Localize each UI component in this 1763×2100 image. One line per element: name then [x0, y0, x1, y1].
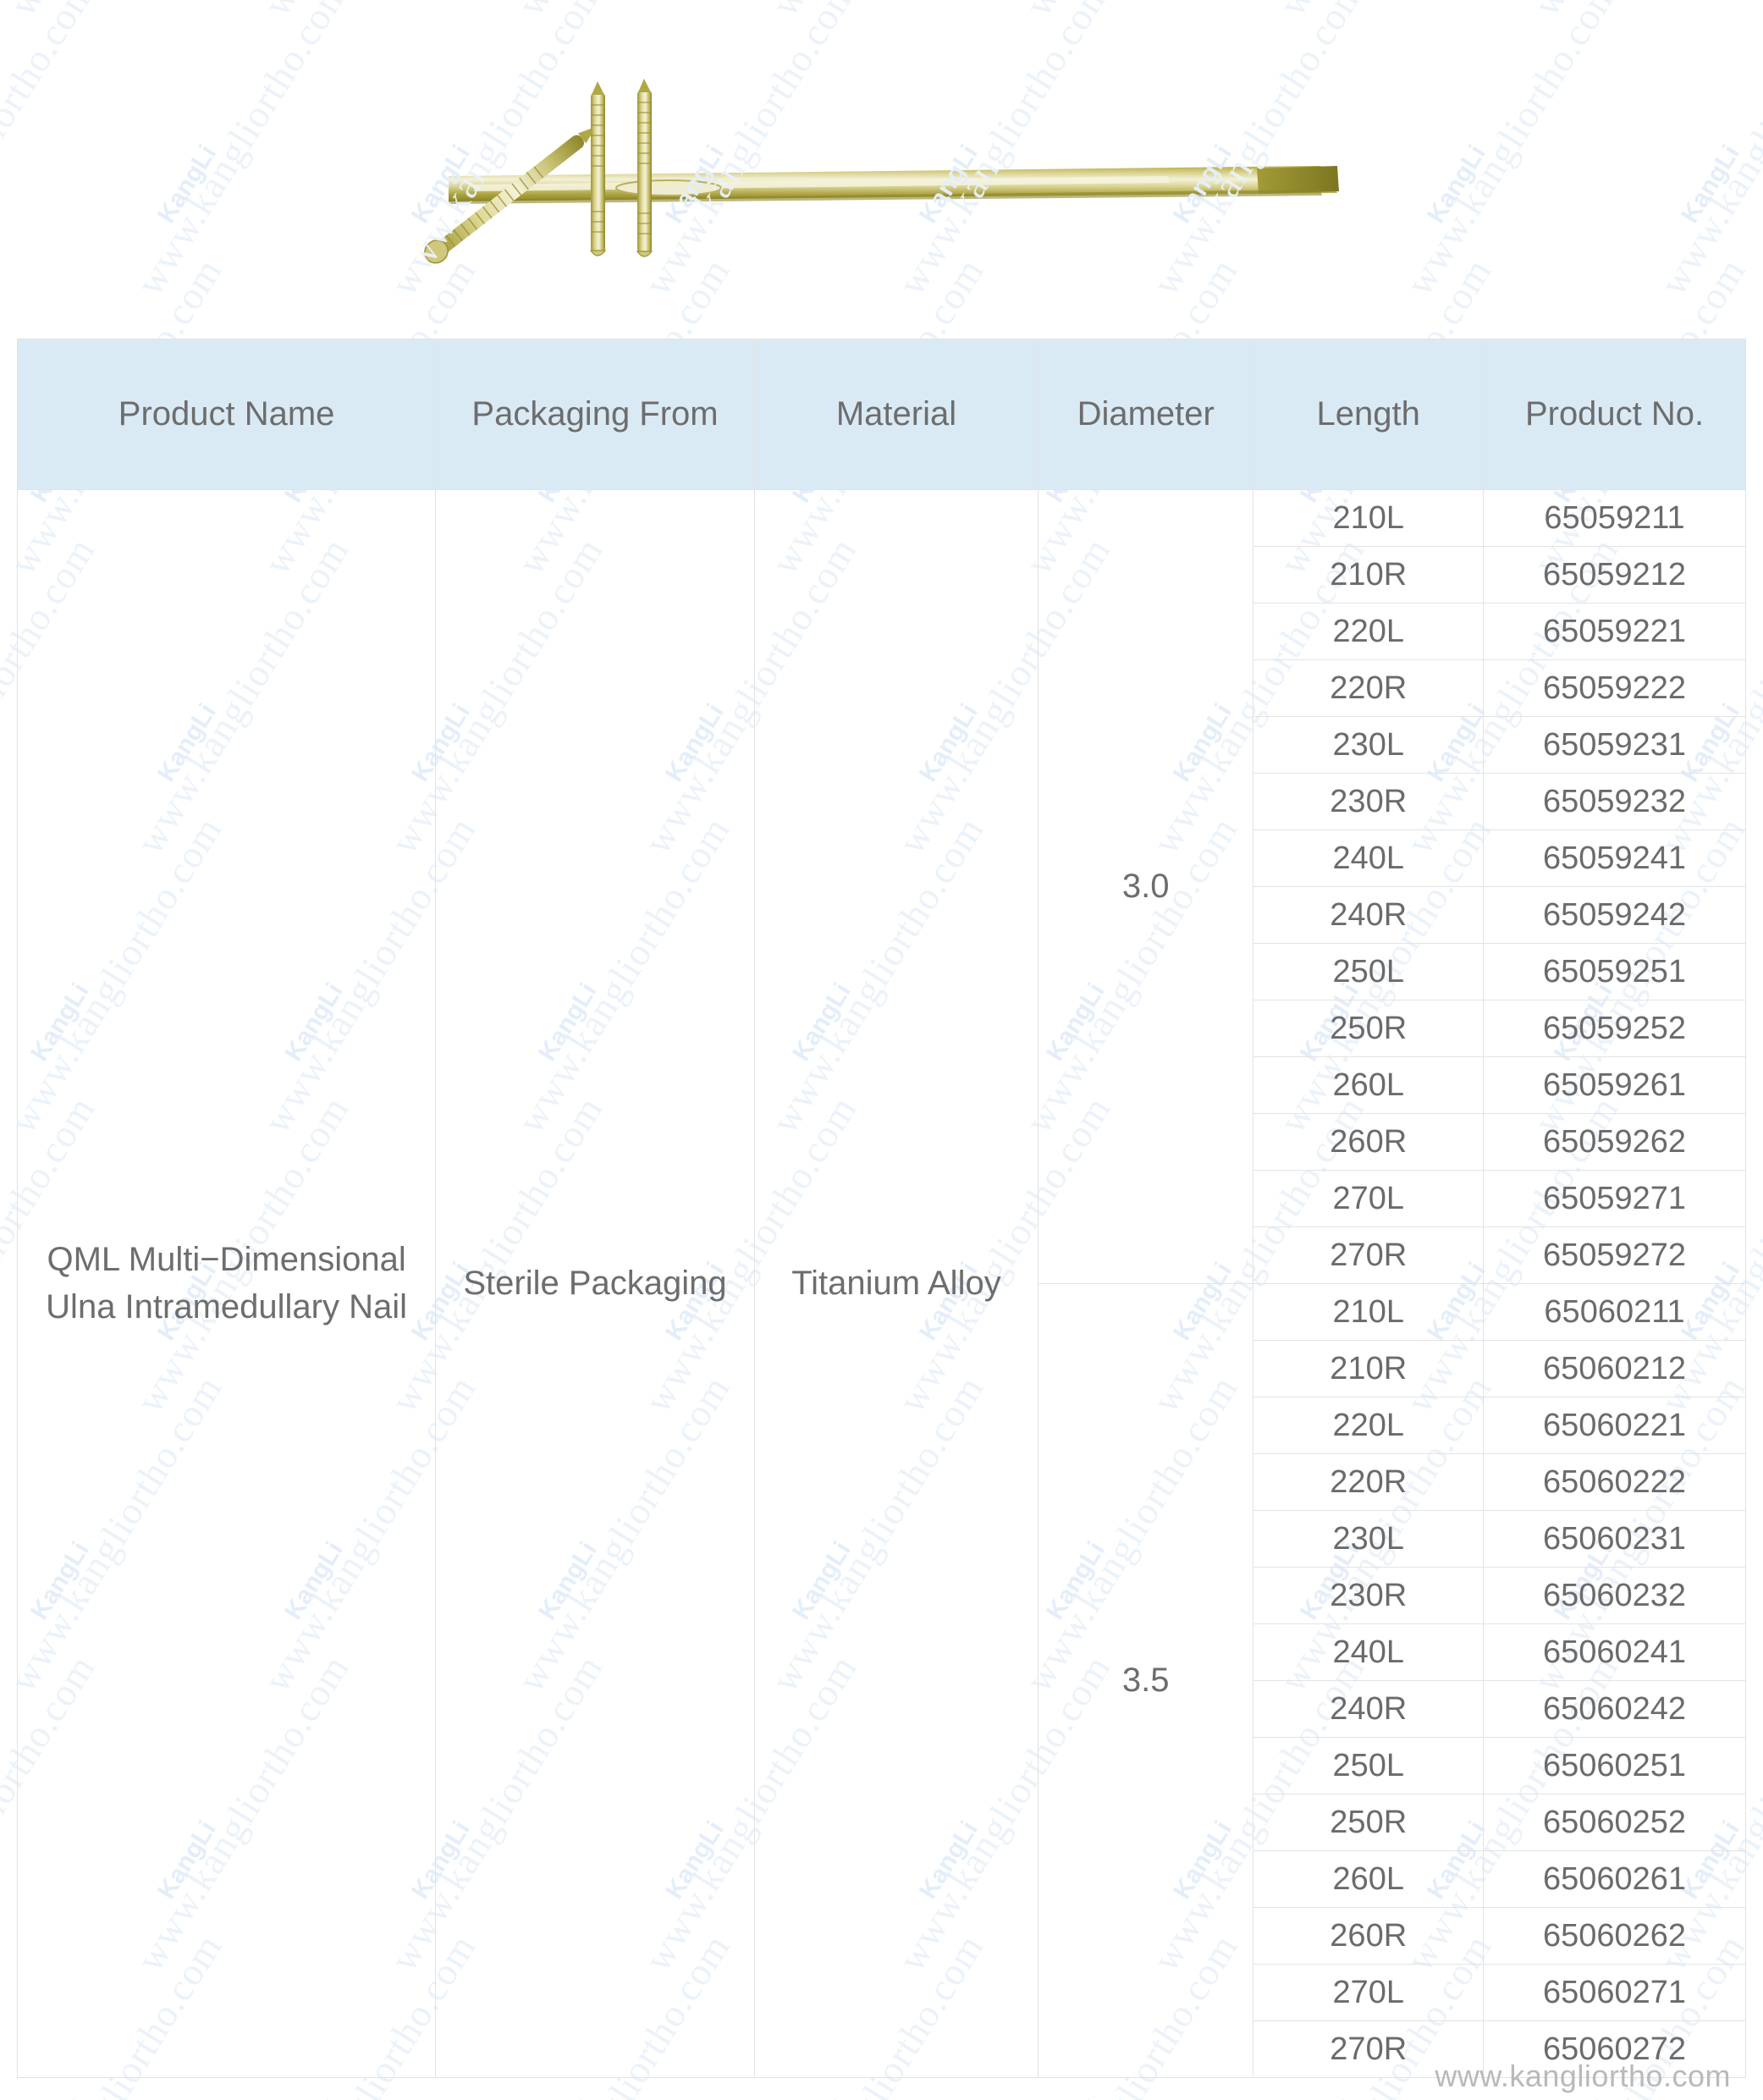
nail-shaft-group — [449, 166, 1339, 204]
cell-length: 240L — [1253, 1623, 1485, 1681]
cell-product-no: 65060251 — [1483, 1737, 1746, 1794]
cell-product-no: 65059261 — [1483, 1056, 1746, 1114]
product-specification-table: Product Name Packaging From Material Dia… — [16, 339, 1746, 2078]
cell-product-no: 65059251 — [1483, 943, 1746, 1000]
cell-length: 230L — [1253, 1510, 1485, 1568]
cell-product-no: 65060232 — [1483, 1567, 1746, 1624]
vertical-locking-screw-2 — [636, 79, 653, 257]
cell-length: 260R — [1253, 1113, 1485, 1171]
cell-product-no: 65060231 — [1483, 1510, 1746, 1568]
cell-product-no: 65060262 — [1483, 1907, 1746, 1965]
cell-length: 220L — [1253, 603, 1485, 660]
cell-product-name: QML Multi−Dimensional Ulna Intramedullar… — [16, 489, 437, 2078]
watermark-brand-logo: KangLi — [25, 2096, 96, 2100]
cell-product-no: 65060211 — [1483, 1283, 1746, 1341]
cell-length: 250R — [1253, 1000, 1485, 1057]
cell-length: 260L — [1253, 1056, 1485, 1114]
cell-length: 220L — [1253, 1397, 1485, 1454]
cell-length: 230R — [1253, 1567, 1485, 1624]
cell-product-no: 65059262 — [1483, 1113, 1746, 1171]
cell-length: 260L — [1253, 1850, 1485, 1908]
table-body: QML Multi−Dimensional Ulna Intramedullar… — [16, 489, 1746, 2078]
cell-diameter: 3.0 — [1038, 489, 1254, 1284]
cell-product-no: 65060212 — [1483, 1340, 1746, 1397]
cell-length: 250L — [1253, 1737, 1485, 1794]
cell-product-no: 65060222 — [1483, 1453, 1746, 1511]
cell-packaging-from: Sterile Packaging — [435, 489, 755, 2078]
watermark-brand-logo: KangLi — [1295, 2096, 1365, 2100]
column-header-material: Material — [753, 339, 1039, 490]
cell-product-no: 65060261 — [1483, 1850, 1746, 1908]
cell-length: 250L — [1253, 943, 1485, 1000]
cell-length: 270L — [1253, 1964, 1485, 2021]
cell-length: 220R — [1253, 1453, 1485, 1511]
cell-product-no: 65059232 — [1483, 773, 1746, 830]
product-photo — [424, 79, 1339, 264]
cell-length: 210R — [1253, 1340, 1485, 1397]
cell-product-no: 65059231 — [1483, 716, 1746, 774]
cell-length: 250R — [1253, 1794, 1485, 1851]
cell-product-no: 65059272 — [1483, 1226, 1746, 1284]
cell-material: Titanium Alloy — [753, 489, 1039, 2078]
cell-length: 240R — [1253, 1680, 1485, 1738]
cell-product-no: 65059252 — [1483, 1000, 1746, 1057]
watermark-brand-logo: KangLi — [1041, 2096, 1111, 2100]
cell-length: 210L — [1253, 489, 1485, 547]
cell-product-no: 65060241 — [1483, 1623, 1746, 1681]
cell-product-no: 65059242 — [1483, 886, 1746, 944]
cell-product-no: 65059222 — [1483, 659, 1746, 717]
cell-diameter: 3.5 — [1038, 1283, 1254, 2078]
cell-product-no: 65060221 — [1483, 1397, 1746, 1454]
cell-product-no: 65059271 — [1483, 1170, 1746, 1227]
column-header-product-no: Product No. — [1483, 339, 1746, 490]
cell-product-no: 65059211 — [1483, 489, 1746, 547]
table-header: Product Name Packaging From Material Dia… — [16, 339, 1746, 490]
column-header-length: Length — [1253, 339, 1485, 490]
cell-length: 260R — [1253, 1907, 1485, 1965]
watermark-brand-logo: KangLi — [279, 2096, 350, 2100]
cell-length: 270L — [1253, 1170, 1485, 1227]
cell-product-no: 65059221 — [1483, 603, 1746, 660]
site-footer-url: www.kangliortho.com — [1435, 2059, 1731, 2093]
cell-length: 220R — [1253, 659, 1485, 717]
cell-length: 240L — [1253, 830, 1485, 887]
cell-product-no: 65059241 — [1483, 830, 1746, 887]
header-row: Product Name Packaging From Material Dia… — [16, 339, 1746, 490]
column-header-diameter: Diameter — [1038, 339, 1254, 490]
column-header-packaging-from: Packaging From — [435, 339, 755, 490]
product-spec-page: www.kangliortho.comKangLiwww.kangliortho… — [0, 0, 1763, 2100]
vertical-locking-screw-1 — [589, 81, 607, 256]
cell-length: 230R — [1253, 773, 1485, 830]
cell-product-no: 65060242 — [1483, 1680, 1746, 1738]
cell-product-no: 65060252 — [1483, 1794, 1746, 1851]
watermark-brand-logo: KangLi — [1549, 2096, 1619, 2100]
cell-length: 210R — [1253, 546, 1485, 604]
cell-product-no: 65059212 — [1483, 546, 1746, 604]
cell-length: 270R — [1253, 1226, 1485, 1284]
cell-length: 210L — [1253, 1283, 1485, 1341]
cell-length: 240R — [1253, 886, 1485, 944]
watermark-brand-logo: KangLi — [533, 2096, 603, 2100]
watermark-brand-logo: KangLi — [787, 2096, 857, 2100]
table-row: QML Multi−Dimensional Ulna Intramedullar… — [16, 489, 1746, 2078]
cell-product-no: 65060271 — [1483, 1964, 1746, 2021]
cell-length: 230L — [1253, 716, 1485, 774]
column-header-product-name: Product Name — [16, 339, 437, 490]
